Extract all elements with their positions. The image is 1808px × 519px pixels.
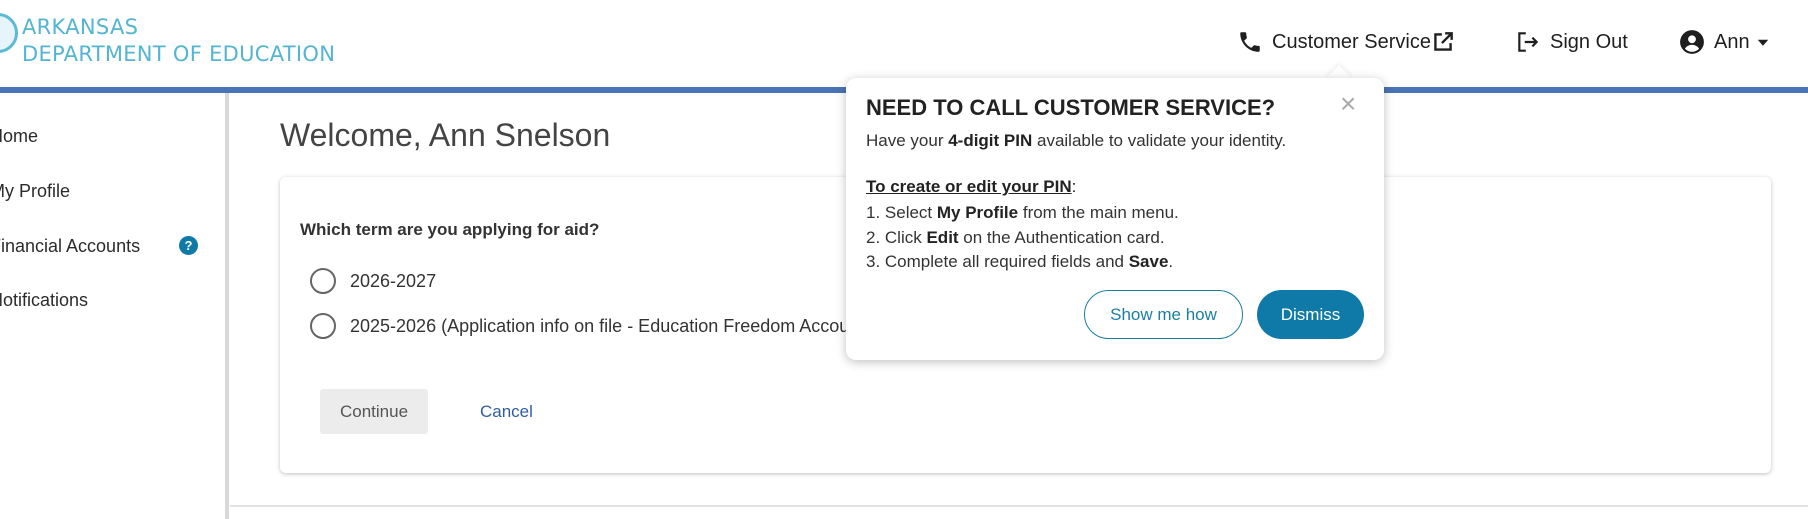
intro-bold: 4-digit PIN: [948, 131, 1033, 150]
caret-down-icon: [1754, 28, 1772, 56]
intro-text-end: available to validate your identity.: [1032, 131, 1287, 150]
customer-service-label: Customer Service: [1272, 30, 1431, 53]
step-text: 1. Select: [866, 203, 937, 222]
user-name: Ann: [1714, 30, 1750, 53]
close-icon[interactable]: ×: [1340, 90, 1356, 118]
sign-out-link[interactable]: Sign Out: [1514, 24, 1632, 60]
term-question: Which term are you applying for aid?: [300, 220, 600, 239]
sidebar-item-label: My Profile: [0, 181, 71, 201]
sidebar-item-label: Notifications: [0, 290, 89, 310]
continue-button[interactable]: Continue: [320, 389, 428, 434]
intro-text: Have your: [866, 131, 949, 150]
sign-out-label: Sign Out: [1550, 30, 1628, 53]
dismiss-button[interactable]: Dismiss: [1257, 290, 1364, 339]
customer-service-popover: × NEED TO CALL CUSTOMER SERVICE? Have yo…: [846, 78, 1384, 360]
option-label: 2026-2027: [350, 270, 437, 291]
sign-out-icon: [1514, 28, 1542, 56]
cancel-button[interactable]: Cancel: [480, 389, 533, 434]
state-seal-logo[interactable]: [0, 13, 18, 53]
phone-icon: [1236, 28, 1264, 56]
subheading-colon: :: [1071, 177, 1077, 196]
step-text: 3. Complete all required fields and: [866, 252, 1129, 271]
step-bold: Edit: [926, 227, 959, 247]
pin-steps-list: 1. Select My Profile from the main menu.…: [866, 201, 1179, 275]
user-menu[interactable]: Ann: [1678, 24, 1772, 60]
external-link-icon: [1429, 28, 1457, 56]
list-item: 3. Complete all required fields and Save…: [866, 250, 1179, 275]
logo-line-2: DEPARTMENT OF EDUCATION: [22, 42, 336, 66]
step-text-end: on the Authentication card.: [958, 227, 1165, 247]
popover-title: NEED TO CALL CUSTOMER SERVICE?: [866, 95, 1276, 120]
agency-logo-text[interactable]: ARKANSAS DEPARTMENT OF EDUCATION: [22, 14, 335, 68]
radio-button[interactable]: [310, 313, 336, 339]
page-title: Welcome, Ann Snelson: [280, 117, 611, 153]
step-bold: Save: [1128, 252, 1169, 271]
sidebar-item-label: Home: [0, 126, 39, 146]
list-item: 2. Click Edit on the Authentication card…: [866, 226, 1179, 251]
popover-intro: Have your 4-digit PIN available to valid…: [866, 129, 1286, 153]
radio-button[interactable]: [310, 268, 336, 294]
divider: [230, 505, 1808, 507]
sidebar-item-label: Financial Accounts: [0, 236, 141, 256]
step-text: 2. Click: [866, 227, 927, 247]
sidebar: Home My Profile Financial Accounts Notif…: [0, 93, 229, 519]
popover-subheading: To create or edit your PIN:: [866, 177, 1076, 197]
list-item: 1. Select My Profile from the main menu.: [866, 201, 1179, 226]
customer-service-link[interactable]: Customer Service: [1236, 24, 1457, 60]
step-text-end: from the main menu.: [1018, 203, 1179, 222]
account-circle-icon: [1678, 28, 1706, 56]
option-label: 2025-2026 (Application info on file - Ed…: [350, 315, 860, 336]
step-text-end: .: [1168, 252, 1174, 271]
help-icon[interactable]: ?: [179, 236, 198, 255]
logo-line-1: ARKANSAS: [22, 15, 139, 39]
term-option-2025-2026[interactable]: 2025-2026 (Application info on file - Ed…: [310, 313, 859, 339]
show-me-how-button[interactable]: Show me how: [1084, 290, 1243, 339]
header: ARKANSAS DEPARTMENT OF EDUCATION Custome…: [0, 0, 1808, 88]
term-option-2026-2027[interactable]: 2026-2027: [310, 268, 436, 294]
step-bold: My Profile: [936, 203, 1019, 222]
subheading-text: To create or edit your PIN: [866, 177, 1072, 196]
